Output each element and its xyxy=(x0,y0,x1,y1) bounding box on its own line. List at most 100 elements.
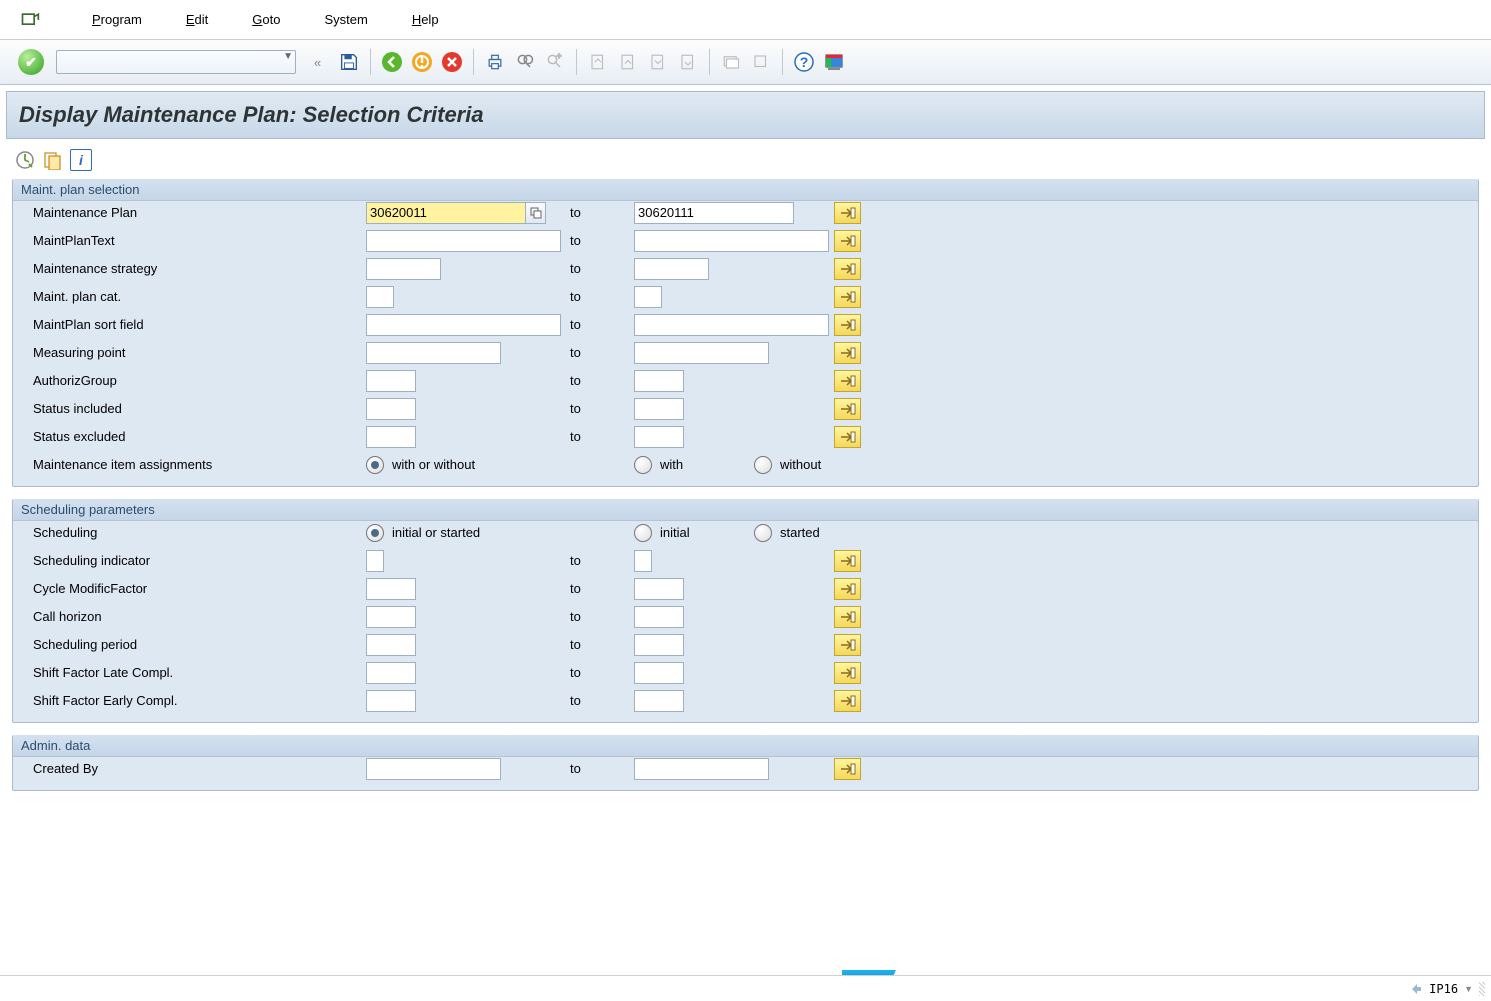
multiple-selection-button[interactable] xyxy=(834,578,861,600)
authoriz-group-from[interactable] xyxy=(366,370,416,392)
measuring-point-to[interactable] xyxy=(634,342,769,364)
multiple-selection-button[interactable] xyxy=(834,426,861,448)
group-admin-data: Admin. data Created By to xyxy=(12,735,1479,791)
shift-late-from[interactable] xyxy=(366,662,416,684)
call-horizon-from[interactable] xyxy=(366,606,416,628)
menu-help[interactable]: Help xyxy=(390,12,461,27)
row-shift-early: Shift Factor Early Compl. to xyxy=(21,687,1470,714)
cancel-button[interactable] xyxy=(438,48,466,76)
f4-help-button[interactable] xyxy=(526,202,546,224)
multiple-selection-button[interactable] xyxy=(834,342,861,364)
find-next-button[interactable]: + xyxy=(541,48,569,76)
radio-without[interactable] xyxy=(754,456,772,474)
print-button[interactable] xyxy=(481,48,509,76)
multiple-selection-button[interactable] xyxy=(834,550,861,572)
command-field[interactable] xyxy=(56,50,296,74)
row-created-by: Created By to xyxy=(21,755,1470,782)
prev-page-button[interactable] xyxy=(614,48,642,76)
maint-strategy-from[interactable] xyxy=(366,258,441,280)
group-title: Scheduling parameters xyxy=(13,499,1478,521)
created-by-from[interactable] xyxy=(366,758,501,780)
help-button[interactable]: ? xyxy=(790,48,818,76)
selection-info-button[interactable]: i xyxy=(70,149,92,171)
tcode-display: IP16 xyxy=(1429,982,1458,996)
enter-button[interactable] xyxy=(18,49,44,75)
multiple-selection-button[interactable] xyxy=(834,758,861,780)
multiple-selection-button[interactable] xyxy=(834,606,861,628)
status-excluded-to[interactable] xyxy=(634,426,684,448)
sort-field-to[interactable] xyxy=(634,314,829,336)
menu-goto[interactable]: Goto xyxy=(230,12,302,27)
created-by-to[interactable] xyxy=(634,758,769,780)
status-excluded-from[interactable] xyxy=(366,426,416,448)
radio-with[interactable] xyxy=(634,456,652,474)
multiple-selection-button[interactable] xyxy=(834,202,861,224)
maint-plan-to[interactable] xyxy=(634,202,794,224)
multiple-selection-button[interactable] xyxy=(834,230,861,252)
next-page-button[interactable] xyxy=(644,48,672,76)
group-title: Admin. data xyxy=(13,735,1478,757)
shift-early-from[interactable] xyxy=(366,690,416,712)
call-horizon-to[interactable] xyxy=(634,606,684,628)
maint-plan-from[interactable] xyxy=(366,202,526,224)
radio-started[interactable] xyxy=(754,524,772,542)
radio-initial[interactable] xyxy=(634,524,652,542)
multiple-selection-button[interactable] xyxy=(834,286,861,308)
command-dropdown-icon[interactable]: ▼ xyxy=(283,51,293,62)
save-button[interactable] xyxy=(335,48,363,76)
shift-late-to[interactable] xyxy=(634,662,684,684)
status-nav-icon[interactable] xyxy=(1409,982,1423,996)
create-shortcut-button[interactable] xyxy=(747,48,775,76)
row-maint-strategy: Maintenance strategy to xyxy=(21,255,1470,282)
execute-button[interactable] xyxy=(14,149,36,171)
multiple-selection-button[interactable] xyxy=(834,314,861,336)
exit-button[interactable] xyxy=(408,48,436,76)
maint-strategy-to[interactable] xyxy=(634,258,709,280)
multiple-selection-button[interactable] xyxy=(834,634,861,656)
last-page-button[interactable] xyxy=(674,48,702,76)
page-title: Display Maintenance Plan: Selection Crit… xyxy=(6,91,1485,139)
new-session-button[interactable] xyxy=(717,48,745,76)
row-maintenance-plan: Maintenance Plan to xyxy=(21,199,1470,226)
cycle-modif-to[interactable] xyxy=(634,578,684,600)
multiple-selection-button[interactable] xyxy=(834,258,861,280)
application-toolbar: i xyxy=(6,139,1485,179)
maint-plan-text-to[interactable] xyxy=(634,230,829,252)
status-dropdown-icon[interactable]: ▼ xyxy=(1464,984,1473,994)
sched-indicator-to[interactable] xyxy=(634,550,652,572)
row-maint-plan-text: MaintPlanText to xyxy=(21,227,1470,254)
first-page-button[interactable] xyxy=(584,48,612,76)
find-button[interactable] xyxy=(511,48,539,76)
multiple-selection-button[interactable] xyxy=(834,398,861,420)
radio-initial-or-started[interactable] xyxy=(366,524,384,542)
menu-program[interactable]: Program xyxy=(70,12,164,27)
row-status-included: Status included to xyxy=(21,395,1470,422)
row-scheduling: Scheduling initial or started initial st… xyxy=(21,519,1470,546)
sched-indicator-from[interactable] xyxy=(366,550,384,572)
back-button[interactable] xyxy=(378,48,406,76)
maint-plan-text-from[interactable] xyxy=(366,230,561,252)
authoriz-group-to[interactable] xyxy=(634,370,684,392)
multiple-selection-button[interactable] xyxy=(834,370,861,392)
row-scheduling-period: Scheduling period to xyxy=(21,631,1470,658)
row-item-assignments: Maintenance item assignments with or wit… xyxy=(21,451,1470,478)
menu-system[interactable]: System xyxy=(302,12,389,27)
multiple-selection-button[interactable] xyxy=(834,690,861,712)
row-authoriz-group: AuthorizGroup to xyxy=(21,367,1470,394)
layout-menu-button[interactable] xyxy=(820,48,848,76)
measuring-point-from[interactable] xyxy=(366,342,501,364)
collapse-icon[interactable]: « xyxy=(314,55,321,70)
menu-edit[interactable]: Edit xyxy=(164,12,230,27)
sched-period-from[interactable] xyxy=(366,634,416,656)
shift-early-to[interactable] xyxy=(634,690,684,712)
get-variant-button[interactable] xyxy=(42,149,64,171)
cycle-modif-from[interactable] xyxy=(366,578,416,600)
status-included-from[interactable] xyxy=(366,398,416,420)
multiple-selection-button[interactable] xyxy=(834,662,861,684)
maint-plan-cat-to[interactable] xyxy=(634,286,662,308)
radio-with-or-without[interactable] xyxy=(366,456,384,474)
sched-period-to[interactable] xyxy=(634,634,684,656)
maint-plan-cat-from[interactable] xyxy=(366,286,394,308)
sort-field-from[interactable] xyxy=(366,314,561,336)
status-included-to[interactable] xyxy=(634,398,684,420)
